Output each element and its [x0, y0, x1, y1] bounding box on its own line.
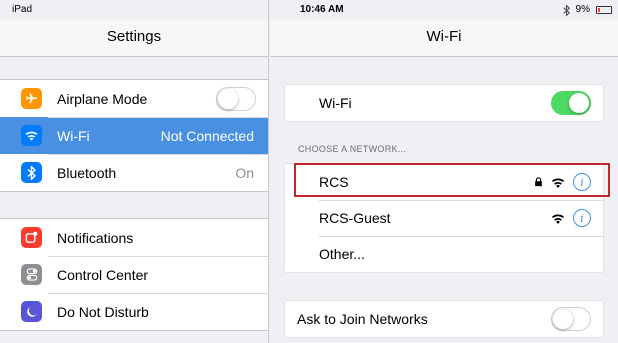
ask-to-join-label: Ask to Join Networks — [297, 311, 428, 327]
airplane-mode-toggle[interactable] — [216, 86, 256, 111]
control-center-icon — [21, 264, 42, 285]
airplane-mode-label: Airplane Mode — [57, 90, 148, 107]
settings-item-wifi[interactable]: Wi-Fi Not Connected — [0, 117, 268, 154]
network-item-rcs[interactable]: RCS i — [285, 164, 603, 200]
settings-title: Settings — [106, 28, 162, 45]
settings-pane: iPad Settings Airplane Mode Wi-Fi Not Co… — [0, 0, 269, 343]
network-name: RCS-Guest — [319, 210, 391, 226]
wifi-detail-pane: 10:46 AM 9% Wi-Fi Wi-Fi CHOOSE A NETWORK… — [270, 0, 618, 343]
settings-group-system: Notifications Control Center Do Not Dist… — [0, 218, 268, 331]
wifi-signal-icon — [551, 178, 565, 188]
status-time: 10:46 AM — [300, 4, 344, 15]
control-center-label: Control Center — [57, 266, 149, 283]
network-list: RCS i RCS-Guest i Other... — [284, 163, 604, 273]
bluetooth-status-value: On — [235, 164, 254, 181]
battery-icon — [596, 6, 612, 14]
settings-item-bluetooth[interactable]: Bluetooth On — [0, 154, 268, 191]
wifi-toggle[interactable] — [551, 91, 591, 115]
moon-icon — [21, 301, 42, 322]
network-name: RCS — [319, 174, 349, 190]
wifi-navbar: Wi-Fi — [270, 20, 618, 57]
battery-percent: 9% — [575, 4, 590, 15]
bluetooth-label: Bluetooth — [57, 164, 117, 181]
wifi-signal-icon — [551, 214, 565, 224]
airplane-icon — [21, 88, 42, 109]
settings-item-airplane-mode[interactable]: Airplane Mode — [0, 80, 268, 117]
wifi-icon — [21, 125, 42, 146]
bluetooth-icon — [21, 162, 42, 183]
do-not-disturb-label: Do Not Disturb — [57, 303, 149, 320]
ask-to-join-toggle[interactable] — [551, 307, 591, 331]
info-icon[interactable]: i — [573, 173, 591, 191]
notifications-icon — [21, 227, 42, 248]
wifi-status-value: Not Connected — [160, 127, 254, 144]
choose-network-header: CHOOSE A NETWORK... — [298, 144, 407, 154]
wifi-label: Wi-Fi — [57, 127, 90, 144]
settings-item-notifications[interactable]: Notifications — [0, 219, 268, 256]
wifi-toggle-row[interactable]: Wi-Fi — [285, 85, 603, 121]
lock-icon — [535, 177, 542, 187]
status-indicators: 9% — [562, 0, 612, 20]
other-network-label: Other... — [319, 246, 365, 262]
settings-navbar: Settings — [0, 20, 268, 57]
wifi-toggle-group: Wi-Fi — [284, 84, 604, 122]
network-item-rcs-guest[interactable]: RCS-Guest i — [285, 200, 603, 236]
notifications-label: Notifications — [57, 229, 134, 246]
settings-item-control-center[interactable]: Control Center — [0, 256, 268, 293]
info-icon[interactable]: i — [573, 209, 591, 227]
device-name: iPad — [12, 4, 33, 15]
bluetooth-icon — [562, 4, 570, 16]
ask-to-join-group: Ask to Join Networks — [284, 300, 604, 338]
network-item-other[interactable]: Other... — [285, 236, 603, 272]
settings-item-do-not-disturb[interactable]: Do Not Disturb — [0, 293, 268, 330]
settings-group-connectivity: Airplane Mode Wi-Fi Not Connected Blueto… — [0, 79, 268, 192]
ask-to-join-row[interactable]: Ask to Join Networks — [285, 301, 603, 337]
wifi-page-title: Wi-Fi — [426, 28, 462, 45]
wifi-toggle-label: Wi-Fi — [319, 95, 352, 111]
